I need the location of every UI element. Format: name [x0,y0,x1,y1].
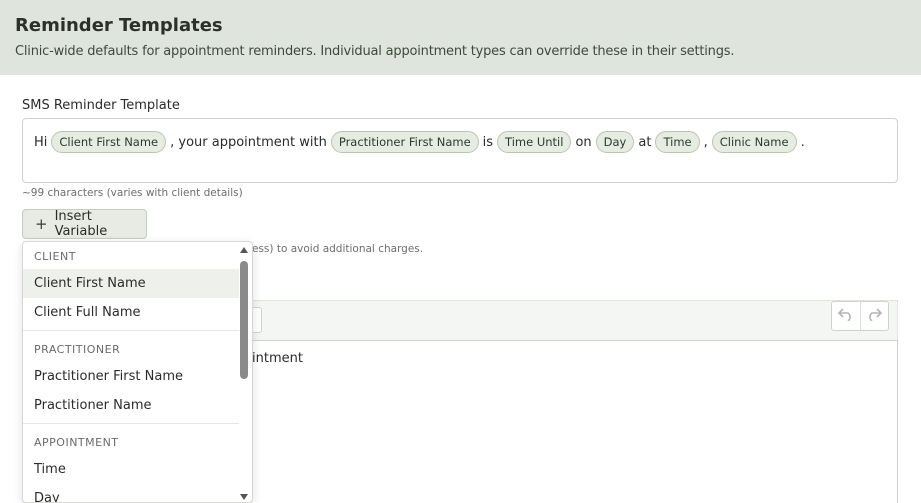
variable-chip-time-until[interactable]: Time Until [497,131,572,153]
template-text: . [800,134,805,150]
menu-item-client-full-name[interactable]: Client Full Name [23,298,239,327]
variable-chip-client-first-name[interactable]: Client First Name [51,131,167,153]
group-label-practitioner: PRACTITIONER [34,343,121,356]
email-body-text: intment [252,351,303,366]
template-text: , your appointment with [170,134,327,150]
page-header: Reminder Templates Clinic-wide defaults … [0,0,921,75]
undo-icon [837,306,855,326]
page-title: Reminder Templates [15,15,223,36]
dropdown-scrollbar[interactable] [238,244,250,502]
undo-redo-group [831,301,889,331]
scroll-up-arrow[interactable] [240,247,248,253]
group-divider [23,330,239,331]
redo-button[interactable] [861,302,889,330]
insert-variable-label: Insert Variable [54,209,108,239]
template-text: at [638,134,652,150]
email-editor-toolbar [252,300,898,340]
template-text: is [482,134,494,150]
group-divider [23,423,239,424]
template-text: Hi [34,134,48,150]
page-subtitle: Clinic-wide defaults for appointment rem… [15,44,735,59]
email-body-editor[interactable]: intment [252,340,898,503]
scroll-thumb[interactable] [240,261,248,379]
insert-variable-dropdown: CLIENT Client First Name Client Full Nam… [22,241,253,503]
menu-item-client-first-name[interactable]: Client First Name [23,269,239,298]
variable-chip-time[interactable]: Time [655,131,700,153]
variable-chip-practitioner-first-name[interactable]: Practitioner First Name [330,131,479,153]
scroll-down-arrow[interactable] [240,494,248,500]
menu-item-practitioner-name[interactable]: Practitioner Name [23,391,239,420]
variable-list: CLIENT Client First Name Client Full Nam… [23,242,239,502]
character-count: ~99 characters (varies with client detai… [22,187,243,199]
menu-item-time[interactable]: Time [23,455,239,484]
menu-item-day[interactable]: Day [23,484,239,502]
template-text: on [575,134,592,150]
redo-icon [865,306,883,326]
sms-template-content: Hi Client First Name , your appointment … [34,131,805,153]
variable-chip-clinic-name[interactable]: Clinic Name [711,131,797,153]
undo-button[interactable] [832,302,861,330]
toolbar-button[interactable] [252,307,262,333]
template-text: , [703,134,708,150]
insert-variable-button[interactable]: + Insert Variable [22,209,147,239]
sms-template-label: SMS Reminder Template [22,98,180,113]
sms-length-note: ess) to avoid additional charges. [252,243,424,255]
group-label-client: CLIENT [34,250,76,263]
variable-chip-day[interactable]: Day [595,131,635,153]
menu-item-practitioner-first-name[interactable]: Practitioner First Name [23,362,239,391]
sms-template-editor[interactable]: Hi Client First Name , your appointment … [22,118,898,183]
group-label-appointment: APPOINTMENT [34,436,119,449]
plus-icon: + [35,215,48,233]
